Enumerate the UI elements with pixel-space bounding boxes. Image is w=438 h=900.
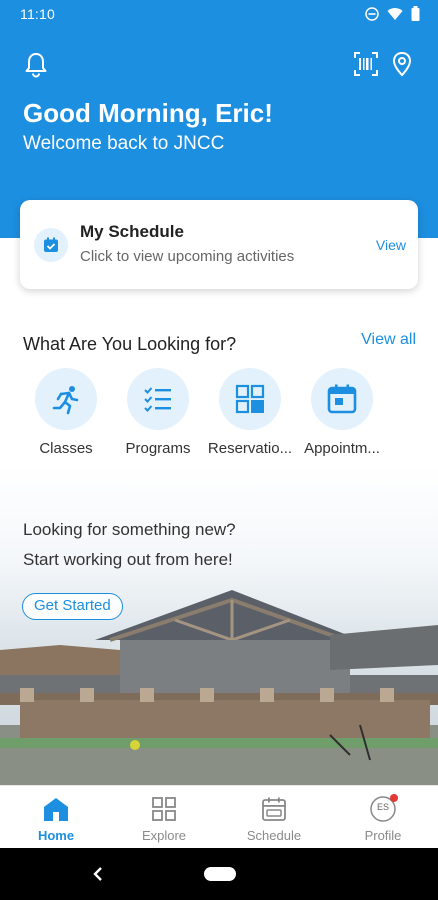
system-nav-bar xyxy=(0,848,438,900)
greeting-title: Good Morning, Eric! xyxy=(23,98,273,128)
category-appointments[interactable]: Appointm... xyxy=(297,368,387,457)
schedule-calendar-icon xyxy=(259,794,289,824)
running-person-icon xyxy=(35,368,97,430)
home-icon xyxy=(41,794,71,824)
view-all-link[interactable]: View all xyxy=(361,331,416,349)
location-pin-icon[interactable] xyxy=(388,50,416,78)
promo-banner: Looking for something new? Start working… xyxy=(0,465,438,785)
category-reservations[interactable]: Reservatio... xyxy=(205,368,295,457)
tab-home[interactable]: Home xyxy=(6,794,106,843)
status-icons xyxy=(365,6,420,21)
tab-label: Profile xyxy=(364,828,402,843)
tab-explore[interactable]: Explore xyxy=(114,794,214,843)
schedule-card-subtitle: Click to view upcoming activities xyxy=(80,248,295,265)
category-programs[interactable]: Programs xyxy=(113,368,203,457)
notification-badge xyxy=(390,794,398,802)
do-not-disturb-icon xyxy=(365,6,379,21)
category-label: Appointm... xyxy=(304,440,380,457)
my-schedule-card[interactable]: My Schedule Click to view upcoming activ… xyxy=(20,200,418,289)
category-label: Classes xyxy=(39,440,93,457)
category-label: Reservatio... xyxy=(207,440,293,457)
tab-schedule[interactable]: Schedule xyxy=(224,794,324,843)
avatar-initials: ES xyxy=(376,802,389,812)
category-classes[interactable]: Classes xyxy=(21,368,111,457)
category-label: Programs xyxy=(125,440,191,457)
get-started-button[interactable]: Get Started xyxy=(22,593,123,620)
calendar-icon xyxy=(311,368,373,430)
tab-label: Schedule xyxy=(246,828,302,843)
back-chevron-icon[interactable] xyxy=(90,862,106,886)
barcode-scan-icon[interactable] xyxy=(352,50,380,78)
wifi-icon xyxy=(387,7,403,20)
schedule-card-title: My Schedule xyxy=(80,222,184,241)
checklist-icon xyxy=(127,368,189,430)
tab-label: Home xyxy=(37,828,75,843)
battery-icon xyxy=(411,6,420,21)
schedule-view-link[interactable]: View xyxy=(376,237,406,253)
explore-grid-icon xyxy=(149,794,179,824)
calendar-check-icon xyxy=(34,228,68,262)
tab-profile[interactable]: ES Profile xyxy=(333,794,433,843)
welcome-subtitle: Welcome back to JNCC xyxy=(23,133,225,154)
promo-line-1: Looking for something new? xyxy=(23,520,236,539)
avatar: ES xyxy=(368,794,398,824)
status-bar: 11:10 xyxy=(0,0,438,28)
tab-label: Explore xyxy=(141,828,187,843)
categories-title: What Are You Looking for? xyxy=(23,334,237,354)
home-pill[interactable] xyxy=(204,867,236,881)
grid-icon xyxy=(219,368,281,430)
promo-line-2: Start working out from here! xyxy=(23,550,233,569)
status-time: 11:10 xyxy=(20,6,55,22)
bell-icon[interactable] xyxy=(22,50,50,78)
bottom-tab-bar: Home Explore Schedule ES Profile xyxy=(0,785,438,848)
